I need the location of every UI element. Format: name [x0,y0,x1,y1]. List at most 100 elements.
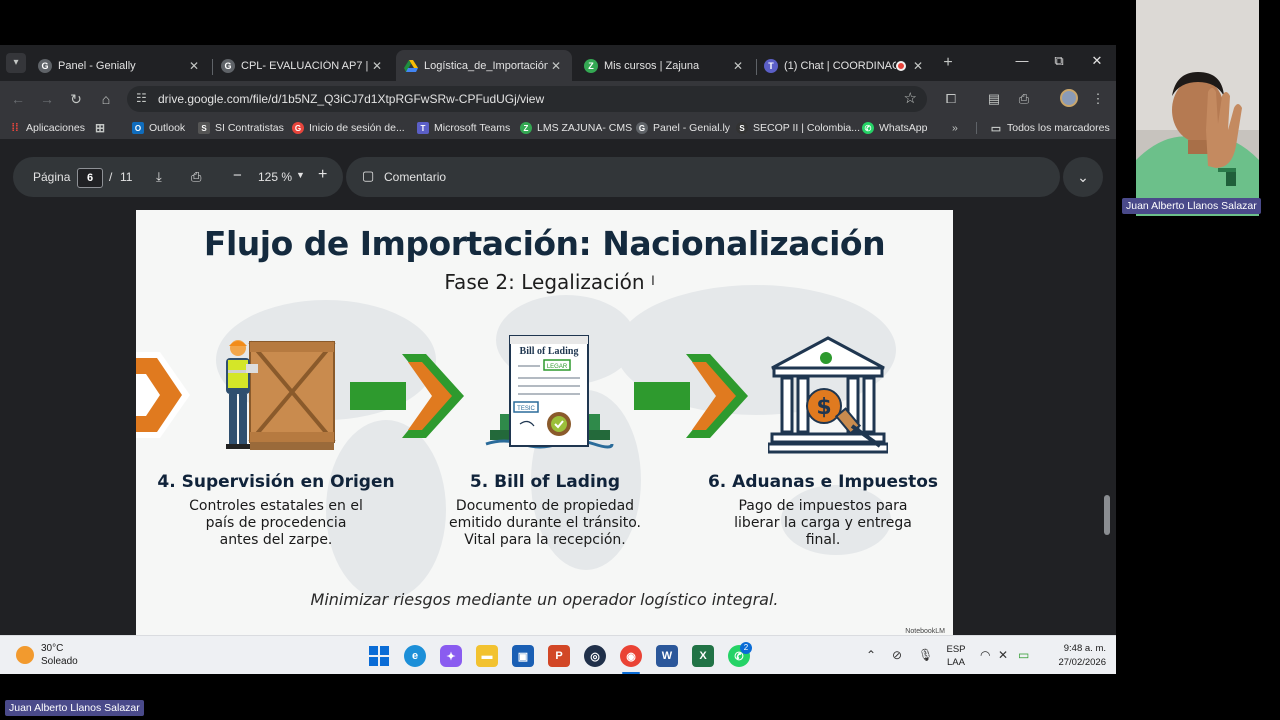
bookmark-secop[interactable]: S SECOP II | Colombia... [736,120,860,136]
google-icon: G [292,122,304,134]
volume-muted-icon[interactable]: ✕ [998,648,1008,662]
home-button[interactable]: ⌂ [96,89,116,109]
cast-icon[interactable]: ▤ [984,89,1004,109]
tab-search-button[interactable]: ▾ [6,53,26,73]
tab-mis-cursos[interactable]: Z Mis cursos | Zajuna ✕ [576,50,754,81]
page-separator: / [109,170,113,184]
copilot-icon[interactable]: ✦ [440,645,462,667]
tab-logistica-active[interactable]: Logística_de_Importación_y ✕ [396,50,572,81]
profile-avatar[interactable] [1060,89,1078,107]
address-bar[interactable]: ☷ drive.google.com/file/d/1b5NZ_Q3iCJ7d1… [127,86,927,112]
close-icon[interactable]: ✕ [730,59,746,73]
total-pages: 11 [120,170,133,184]
edge-icon[interactable]: e [404,645,426,667]
excel-icon[interactable]: X [692,645,714,667]
bookmark-star-icon[interactable]: ☆ [904,89,917,107]
zajuna-icon: Z [584,58,598,73]
comment-button[interactable]: Comentario [384,170,446,184]
bookmark-lms-zajuna[interactable]: Z LMS ZAJUNA- CMS [520,120,632,136]
print-icon[interactable]: ⎙ [1014,89,1034,109]
chrome-icon[interactable]: ◉ [620,645,642,667]
scrollbar-thumb[interactable] [1104,495,1110,535]
slide-footer: Minimizar riesgos mediante un operador l… [310,590,779,609]
comment-icon[interactable]: ▢ [362,168,374,184]
close-icon[interactable]: ✕ [186,59,202,73]
microphone-icon[interactable]: 🎙 [918,648,933,662]
close-icon[interactable]: ✕ [910,59,926,73]
clock-time[interactable]: 9:48 a. m. [1042,643,1106,654]
close-icon[interactable]: ✕ [369,59,385,73]
weather-temperature[interactable]: 30°C [41,643,63,654]
tab-panel-genially[interactable]: G Panel - Genially ✕ [30,50,210,81]
bookmark-label: Todos los marcadores [1007,122,1110,134]
zoom-out-button[interactable]: − [233,167,242,184]
file-explorer-icon[interactable]: ▬ [476,645,498,667]
meet-now-icon[interactable]: ⊘ [892,648,902,662]
all-bookmarks-folder[interactable]: ▭ Todos los marcadores [990,120,1110,136]
battery-icon[interactable]: ▭ [1018,648,1029,662]
zoom-level[interactable]: 125 % [258,170,292,184]
bookmark-si-contratistas[interactable]: S SI Contratistas [198,120,284,136]
previous-arrow-icon [136,352,190,438]
keyboard-layout[interactable]: LAA [944,657,968,668]
tab-teams-chat[interactable]: T (1) Chat | COORDINACIO ✕ [756,50,934,81]
pdf-comment-bar: ▢ Comentario [346,157,1060,197]
bookmark-panel-genially[interactable]: G Panel - Genial.ly [636,120,730,136]
more-bookmarks-button[interactable]: » [952,120,958,136]
back-button[interactable]: ← [8,89,28,109]
store-icon[interactable]: ▣ [512,645,534,667]
pdf-page-controls: Página 6 / 11 ⤓ ⎙ − 125 % ▼ + [13,157,343,197]
text-cursor-icon: I [651,272,655,288]
step-4-description: Controles estatales en el país de proced… [189,498,363,548]
app-icon[interactable]: ◎ [584,645,606,667]
svg-text:$: $ [816,395,831,420]
powerpoint-icon[interactable]: P [548,645,570,667]
tab-cpl-evaluacion[interactable]: G CPL- EVALUACIÓN AP7 | Ge ✕ [213,50,393,81]
forward-button[interactable]: → [37,89,57,109]
bookmark-inicio-sesion[interactable]: G Inicio de sesión de... [292,120,405,136]
document-heading: Bill of Lading [520,346,579,357]
google-drive-icon [404,59,418,73]
print-icon[interactable]: ⎙ [191,169,201,185]
whatsapp-icon: ✆ [862,122,874,134]
bookmark-outlook[interactable]: O Outlook [132,120,185,136]
bookmark-grid[interactable]: ⊞ [94,120,111,136]
menu-icon[interactable]: ⋮ [1088,89,1108,109]
teams-icon: T [764,58,778,73]
language-code[interactable]: ESP [944,644,968,655]
minimize-button[interactable]: — [1012,53,1032,68]
bookmark-microsoft-teams[interactable]: T Microsoft Teams [417,120,510,136]
expand-toolbar-button[interactable]: ⌄ [1063,157,1103,197]
page-number-input[interactable]: 6 [77,168,103,188]
clock-date[interactable]: 27/02/2026 [1042,657,1106,668]
close-window-button[interactable]: ✕ [1087,53,1107,69]
wifi-icon[interactable]: ◠ [980,648,990,662]
bookmark-whatsapp[interactable]: ✆ WhatsApp [862,120,927,136]
close-icon[interactable]: ✕ [548,59,564,73]
new-tab-button[interactable]: + [938,54,958,72]
page-label: Página [33,170,71,184]
extensions-icon[interactable]: ⧠ [941,89,961,109]
sun-icon[interactable] [16,646,34,664]
google-icon: G [221,58,235,73]
show-hidden-icons[interactable]: ⌃ [866,648,876,662]
restore-button[interactable]: ⧉ [1049,53,1069,69]
site-info-icon[interactable]: ☷ [136,91,147,105]
bookmarks-bar: ⁞⁞ Aplicaciones ⊞ O Outlook S SI Contrat… [0,117,1116,139]
pdf-page-slide: Flujo de Importación: Nacionalización Fa… [136,210,953,635]
zoom-dropdown-icon[interactable]: ▼ [296,170,305,180]
start-button[interactable] [368,645,390,667]
reload-button[interactable]: ↻ [66,89,86,109]
zajuna-icon: Z [520,122,532,134]
zoom-in-button[interactable]: + [318,166,327,184]
notebooklm-credit: NotebookLM [905,628,945,635]
bookmark-label: Microsoft Teams [434,122,511,134]
weather-condition[interactable]: Soleado [41,656,78,667]
download-icon[interactable]: ⤓ [156,169,162,185]
sena-icon: S [198,122,210,134]
step-5-title: 5. Bill of Lading [469,472,621,492]
bookmark-aplicaciones[interactable]: ⁞⁞ Aplicaciones [9,120,85,136]
word-icon[interactable]: W [656,645,678,667]
presenter-video-icon [1136,0,1259,216]
presenter-name-label: Juan Alberto Llanos Salazar [5,700,144,716]
